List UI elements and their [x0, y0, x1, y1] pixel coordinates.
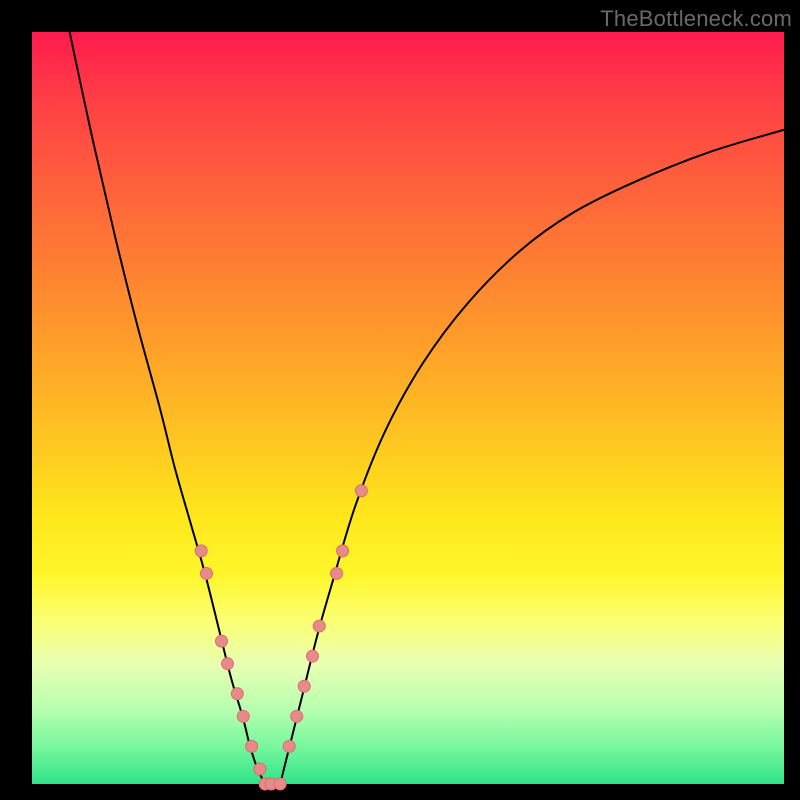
data-marker [274, 778, 286, 790]
data-marker [337, 545, 349, 557]
marker-group [195, 485, 367, 790]
data-marker [216, 635, 228, 647]
data-marker [306, 650, 318, 662]
data-marker [355, 485, 367, 497]
data-marker [200, 567, 212, 579]
chart-svg [32, 32, 784, 784]
watermark-text: TheBottleneck.com [600, 6, 792, 32]
data-marker [237, 710, 249, 722]
data-marker [222, 658, 234, 670]
left-branch-line [70, 32, 266, 784]
left-branch-path [70, 32, 266, 784]
data-marker [254, 763, 266, 775]
data-marker [298, 680, 310, 692]
data-marker [313, 620, 325, 632]
data-marker [283, 740, 295, 752]
plot-area [32, 32, 784, 784]
chart-frame: TheBottleneck.com [0, 0, 800, 800]
data-marker [331, 567, 343, 579]
data-marker [291, 710, 303, 722]
data-marker [246, 740, 258, 752]
right-branch-line [280, 130, 784, 784]
data-marker [195, 545, 207, 557]
right-branch-path [280, 130, 784, 784]
data-marker [231, 688, 243, 700]
